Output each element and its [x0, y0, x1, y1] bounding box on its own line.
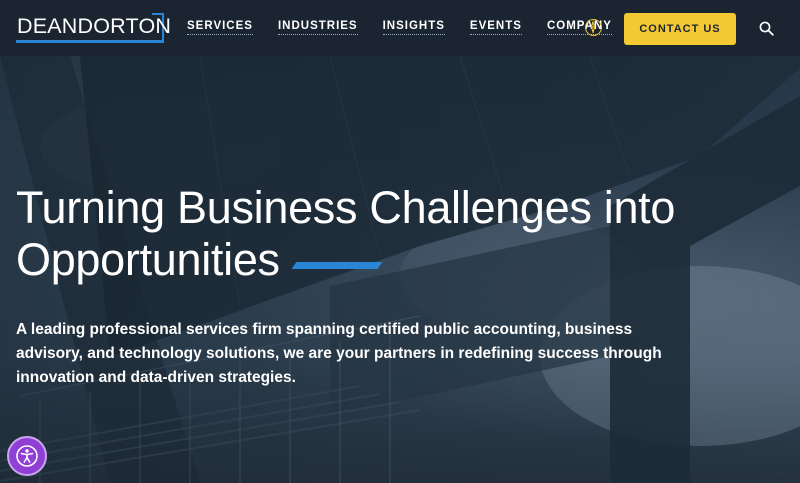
site-header: DEANDORTON SERVICES INDUSTRIES INSIGHTS …	[0, 0, 800, 56]
hero-subtext: A leading professional services firm spa…	[16, 321, 662, 386]
logo-underline	[16, 40, 164, 43]
nav-item-insights[interactable]: INSIGHTS	[382, 20, 445, 35]
hero-headline: Turning Business Challenges into Opportu…	[16, 182, 776, 286]
hero-section: Turning Business Challenges into Opportu…	[0, 56, 800, 483]
search-icon[interactable]	[759, 21, 774, 36]
accessibility-button[interactable]	[7, 436, 47, 476]
headline-line-1: Turning Business Challenges into	[16, 182, 676, 233]
accessibility-icon	[16, 445, 38, 467]
accent-bar	[291, 262, 383, 269]
headline-line-2-text: Opportunities	[16, 234, 280, 285]
main-nav: SERVICES INDUSTRIES INSIGHTS EVENTS COMP…	[187, 20, 636, 35]
nav-item-events[interactable]: EVENTS	[469, 20, 522, 35]
nav-item-services[interactable]: SERVICES	[187, 20, 253, 35]
compass-icon[interactable]	[585, 19, 602, 36]
contact-us-button[interactable]: CONTACT US	[624, 13, 736, 45]
headline-line-2: Opportunities	[16, 234, 776, 286]
nav-item-industries[interactable]: INDUSTRIES	[277, 20, 358, 35]
dean-dorton-logo[interactable]: DEANDORTON	[16, 13, 171, 44]
logo-text: DEANDORTON	[17, 14, 172, 38]
nav-item-company[interactable]: COMPANY	[546, 20, 612, 35]
